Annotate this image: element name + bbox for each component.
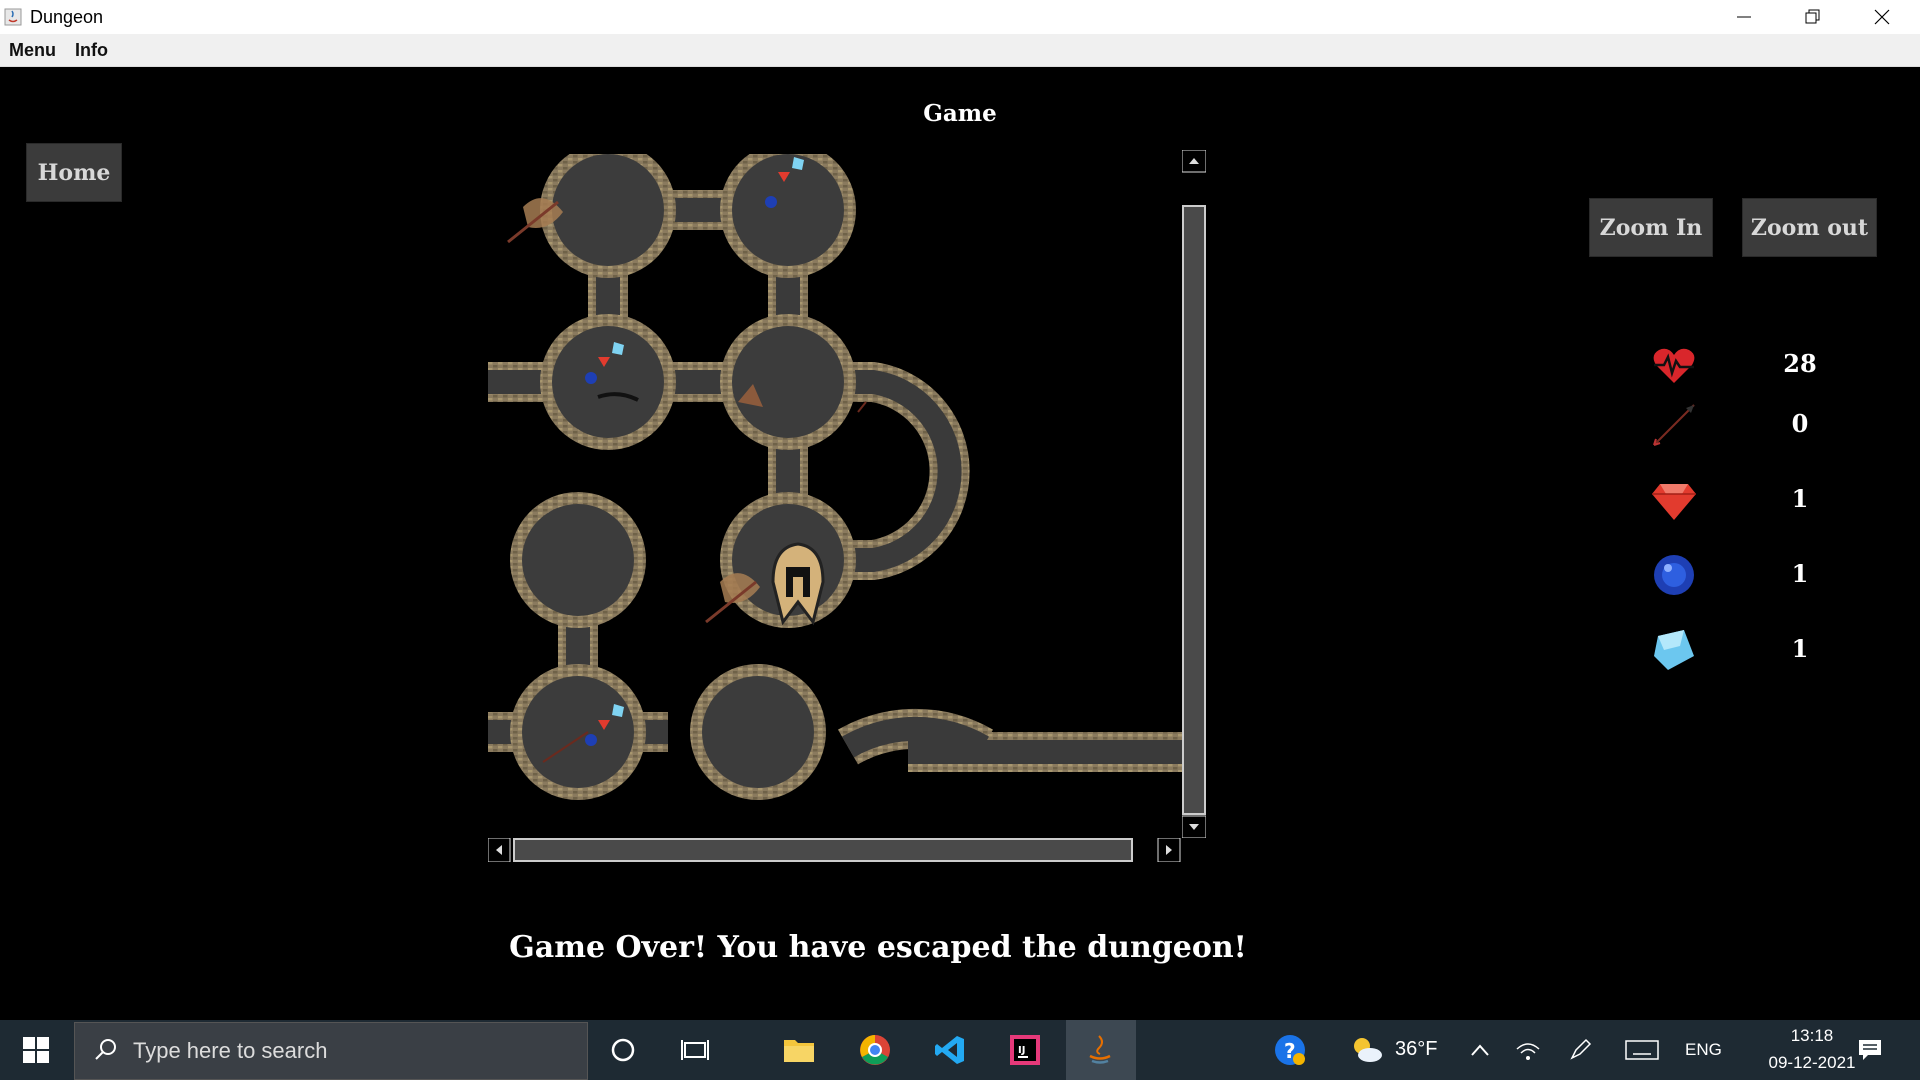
task-view-button[interactable] <box>675 1030 715 1070</box>
vertical-scrollbar[interactable] <box>1182 150 1206 838</box>
svg-text:IJ: IJ <box>1018 1045 1025 1056</box>
partly-cloudy-icon <box>1354 1038 1382 1062</box>
dungeon-map <box>488 152 1184 800</box>
stat-diamond: 1 <box>1640 620 1880 680</box>
stat-diamond-value: 1 <box>1791 634 1809 663</box>
search-icon <box>95 1039 116 1060</box>
sapphire-icon <box>765 196 777 208</box>
close-icon <box>1874 9 1890 25</box>
java-app-icon <box>4 8 22 26</box>
stat-ruby: 1 <box>1640 470 1880 530</box>
stat-sapphire-value: 1 <box>1791 559 1809 588</box>
dungeon-map-viewport[interactable] <box>488 152 1184 840</box>
keyboard-icon <box>1625 1040 1659 1060</box>
wifi-icon <box>1516 1043 1540 1060</box>
windows-logo-icon <box>23 1037 49 1063</box>
file-explorer-button[interactable] <box>779 1030 819 1070</box>
java-icon <box>1089 1035 1111 1064</box>
action-center-button[interactable] <box>1850 1030 1890 1070</box>
restore-icon <box>1805 9 1820 24</box>
show-hidden-icons-button[interactable] <box>1460 1030 1500 1070</box>
horizontal-scroll-thumb <box>513 838 1133 862</box>
room <box>552 154 664 266</box>
chrome-button[interactable] <box>855 1030 895 1070</box>
task-view-icon <box>681 1040 709 1060</box>
taskbar-search-box[interactable]: Type here to search <box>74 1022 588 1080</box>
intellij-button[interactable]: IJ <box>1005 1030 1045 1070</box>
arrow-icon <box>857 401 867 413</box>
folder-icon <box>784 1040 814 1062</box>
pen-icon <box>1570 1038 1592 1060</box>
windows-taskbar: Type here to search IJ ? 36°F ENG 13:18 … <box>0 1020 1920 1080</box>
help-icon: ? <box>1275 1035 1305 1065</box>
cortana-button[interactable] <box>603 1030 643 1070</box>
vscode-button[interactable] <box>930 1030 970 1070</box>
home-button[interactable]: Home <box>26 143 122 202</box>
room <box>522 504 634 616</box>
windows-start-button[interactable] <box>16 1030 56 1070</box>
intellij-icon: IJ <box>1010 1035 1040 1065</box>
weather-button[interactable] <box>1347 1030 1387 1070</box>
network-button[interactable] <box>1508 1030 1548 1070</box>
room <box>732 154 844 266</box>
search-placeholder: Type here to search <box>133 1038 328 1063</box>
help-button[interactable]: ? <box>1270 1030 1310 1070</box>
restore-button[interactable] <box>1778 0 1846 34</box>
ruby-icon <box>1652 484 1696 520</box>
sapphire-icon <box>585 372 597 384</box>
pen-button[interactable] <box>1560 1030 1600 1070</box>
minimize-button[interactable] <box>1710 0 1778 34</box>
cortana-circle-icon <box>611 1038 635 1062</box>
zoom-in-button[interactable]: Zoom In <box>1589 198 1713 257</box>
window-title-bar: Dungeon <box>0 0 1920 34</box>
stat-health-value: 28 <box>1783 349 1817 378</box>
vscode-icon <box>935 1036 964 1064</box>
game-title: Game <box>923 100 997 127</box>
minimize-icon <box>1737 16 1751 18</box>
window-title: Dungeon <box>30 7 104 27</box>
stat-arrows: 0 <box>1640 395 1880 455</box>
diamond-icon <box>1654 630 1694 670</box>
health-heart-icon <box>1653 348 1695 383</box>
touch-keyboard-button[interactable] <box>1622 1030 1662 1070</box>
language-indicator[interactable]: ENG <box>1685 1040 1722 1060</box>
close-button[interactable] <box>1848 0 1916 34</box>
room <box>552 326 664 438</box>
sapphire-icon <box>1654 555 1694 595</box>
chevron-up-icon <box>1471 1044 1489 1056</box>
arrow-icon <box>1653 404 1695 446</box>
zoom-out-button[interactable]: Zoom out <box>1742 198 1877 257</box>
room <box>732 326 844 438</box>
java-app-button[interactable] <box>1080 1030 1120 1070</box>
sapphire-icon <box>585 734 597 746</box>
stat-arrows-value: 0 <box>1791 409 1809 438</box>
clock-time[interactable]: 13:18 <box>1760 1026 1864 1046</box>
vertical-scroll-thumb <box>1182 205 1206 815</box>
stat-ruby-value: 1 <box>1791 484 1809 513</box>
stat-health: 28 <box>1640 335 1880 395</box>
menu-item-info[interactable]: Info <box>75 40 108 61</box>
stat-sapphire: 1 <box>1640 545 1880 605</box>
game-status-message: Game Over! You have escaped the dungeon! <box>509 930 1247 965</box>
notification-icon <box>1859 1040 1881 1060</box>
menu-item-menu[interactable]: Menu <box>9 40 56 61</box>
weather-temperature: 36°F <box>1395 1038 1438 1060</box>
chrome-icon <box>860 1035 890 1065</box>
room <box>522 676 634 788</box>
horizontal-scrollbar[interactable] <box>488 838 1182 862</box>
room <box>702 676 814 788</box>
menu-bar: Menu Info <box>0 34 1920 67</box>
